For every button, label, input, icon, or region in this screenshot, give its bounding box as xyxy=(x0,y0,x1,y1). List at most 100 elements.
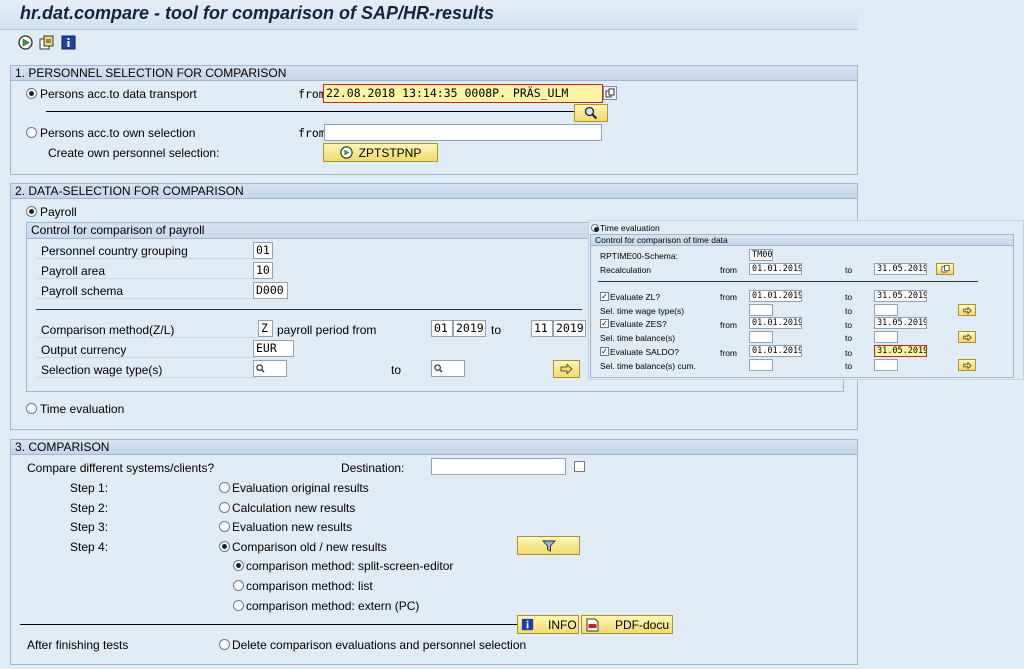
radio-step1[interactable] xyxy=(219,482,230,493)
arrow-right-icon xyxy=(962,361,972,369)
overlay-check-zl[interactable]: ✓ xyxy=(600,292,609,301)
zptstpnp-button[interactable]: ZPTSTPNP xyxy=(323,143,438,162)
overlay-recalc-button[interactable] xyxy=(936,263,954,275)
overlay-to-4: to xyxy=(845,320,853,330)
filter-button[interactable] xyxy=(517,536,580,555)
wage-to-field[interactable] xyxy=(431,360,465,377)
label-to-1: to xyxy=(491,323,502,337)
label-compare-systems: Compare different systems/clients? xyxy=(27,461,215,475)
overlay-sel-bal-from[interactable] xyxy=(749,331,773,343)
radio-step3[interactable] xyxy=(219,521,230,532)
overlay-zes-from[interactable]: 01.01.2019 xyxy=(749,317,802,329)
overlay-to-5: to xyxy=(845,333,853,343)
separator-1 xyxy=(46,111,574,112)
label-step2: Step 2: xyxy=(70,501,109,515)
radio-payroll[interactable] xyxy=(26,206,37,217)
pcg-field[interactable]: 01 xyxy=(253,242,273,259)
overlay-to-2: to xyxy=(845,292,853,302)
radio-method-extern[interactable] xyxy=(233,600,244,611)
wage-from-field[interactable] xyxy=(253,360,287,377)
own-selection-field[interactable] xyxy=(324,124,602,141)
search-icon xyxy=(434,364,443,373)
overlay-schema-field[interactable]: TM00 xyxy=(749,249,773,261)
overlay-label-schema: RPTIME00-Schema: xyxy=(600,251,678,261)
label-after-tests: After finishing tests xyxy=(27,638,129,652)
label-wage: Selection wage type(s) xyxy=(41,363,163,377)
period-from-year[interactable]: 2019 xyxy=(453,320,486,337)
copy-icon[interactable] xyxy=(603,86,617,100)
overlay-control-header: Control for comparison of time data xyxy=(591,235,1013,246)
radio-delete[interactable] xyxy=(219,639,230,650)
label-to-2: to xyxy=(391,363,402,377)
label-step4-option: Comparison old / new results xyxy=(232,540,387,554)
overlay-label-zl: Evaluate ZL? xyxy=(610,292,661,302)
radio-method-split[interactable] xyxy=(233,560,244,571)
label-from-2: from xyxy=(298,126,326,140)
radio-step2[interactable] xyxy=(219,502,230,513)
info-icon[interactable] xyxy=(60,34,76,50)
overlay-from-3: from xyxy=(720,320,737,330)
multiple-selection-button[interactable] xyxy=(553,360,580,378)
overlay-recalc-from[interactable]: 01.01.2019 xyxy=(749,263,802,275)
separator-3 xyxy=(20,624,517,625)
search-button[interactable] xyxy=(574,104,608,122)
overlay-recalc-to[interactable]: 31.05.2019 xyxy=(874,263,927,275)
overlay-sel-bal-button[interactable] xyxy=(958,331,976,343)
overlay-zl-from[interactable]: 01.01.2019 xyxy=(749,290,802,302)
radio-step4[interactable] xyxy=(219,541,230,552)
overlay-from-1: from xyxy=(720,265,737,275)
overlay-radio-time[interactable] xyxy=(591,224,599,232)
currency-field[interactable]: EUR xyxy=(253,340,294,357)
label-own: Persons acc.to own selection xyxy=(40,126,196,140)
period-from-month[interactable]: 01 xyxy=(431,320,453,337)
overlay-sel-wage-to[interactable] xyxy=(874,304,898,316)
overlay-sel-bal-cum-from[interactable] xyxy=(749,359,773,371)
radio-method-list[interactable] xyxy=(233,580,244,591)
method-field[interactable]: Z xyxy=(258,320,273,337)
period-to-month[interactable]: 11 xyxy=(531,320,553,337)
radio-own[interactable] xyxy=(26,127,37,138)
label-destination: Destination: xyxy=(341,461,405,475)
execute-icon[interactable] xyxy=(17,34,33,50)
variant-icon[interactable] xyxy=(38,34,54,50)
overlay-saldo-from[interactable]: 01.01.2019 xyxy=(749,345,802,357)
transport-field[interactable]: 22.08.2018 13:14:35 0008P. PRÄS_ULM xyxy=(323,84,603,103)
overlay-saldo-to[interactable]: 31.05.2019 xyxy=(874,345,927,357)
area-field[interactable]: 10 xyxy=(253,262,273,279)
overlay-check-saldo[interactable]: ✓ xyxy=(600,347,609,356)
overlay-check-zes[interactable]: ✓ xyxy=(600,319,609,328)
destination-checkbox[interactable] xyxy=(574,461,585,472)
overlay-to-1: to xyxy=(845,265,853,275)
label-from-1: from xyxy=(298,87,326,101)
overlay-sel-wage-button[interactable] xyxy=(958,304,976,316)
toolbar xyxy=(0,30,858,56)
label-step1: Step 1: xyxy=(70,481,109,495)
overlay-zl-to[interactable]: 31.05.2019 xyxy=(874,290,927,302)
info-button[interactable]: INFO xyxy=(517,615,579,634)
execute-icon xyxy=(339,146,353,159)
label-step2-option: Calculation new results xyxy=(232,501,356,515)
overlay-label-saldo: Evaluate SALDO? xyxy=(610,347,679,357)
arrow-right-icon xyxy=(962,333,972,341)
overlay-to-7: to xyxy=(845,361,853,371)
overlay-sel-bal-cum-to[interactable] xyxy=(874,359,898,371)
period-to-year[interactable]: 2019 xyxy=(553,320,586,337)
overlay-zes-to[interactable]: 31.05.2019 xyxy=(874,317,927,329)
overlay-label-sel-wage: Sel. time wage type(s) xyxy=(600,306,685,316)
radio-time-evaluation[interactable] xyxy=(26,403,37,414)
label-time-evaluation: Time evaluation xyxy=(40,402,125,416)
arrow-right-icon xyxy=(560,364,573,374)
pdf-document-icon xyxy=(586,618,599,631)
destination-field[interactable] xyxy=(431,458,566,475)
copy-icon xyxy=(941,265,949,273)
radio-transport[interactable] xyxy=(26,88,37,99)
pdf-docu-button[interactable]: PDF-docu xyxy=(581,615,673,634)
schema-field[interactable]: D000 xyxy=(253,282,288,299)
overlay-to-6: to xyxy=(845,348,853,358)
label-method-list: comparison method: list xyxy=(246,579,373,593)
overlay-sel-wage-from[interactable] xyxy=(749,304,773,316)
overlay-from-4: from xyxy=(720,348,737,358)
arrow-right-icon xyxy=(962,306,972,314)
overlay-sel-bal-to[interactable] xyxy=(874,331,898,343)
overlay-sel-bal-cum-button[interactable] xyxy=(958,359,976,371)
